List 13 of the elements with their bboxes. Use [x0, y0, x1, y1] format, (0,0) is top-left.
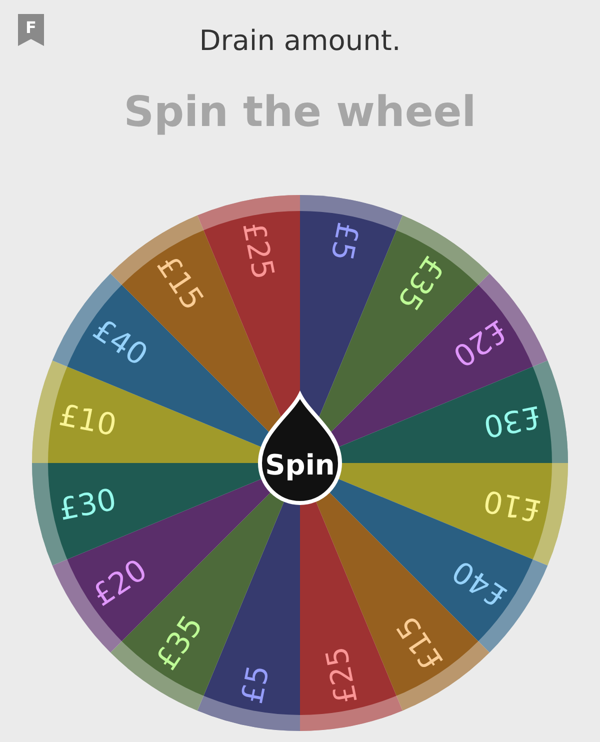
- segment-label: £5: [323, 219, 365, 264]
- segment-label: £20: [446, 312, 514, 374]
- segment-label: £5: [235, 662, 277, 707]
- segment-label: £10: [480, 482, 544, 528]
- segment-label: £25: [319, 644, 365, 707]
- segment-label: £30: [480, 398, 544, 444]
- page-title: Drain amount.: [199, 23, 401, 59]
- segment-label: £10: [56, 398, 120, 444]
- segment-label: £25: [235, 219, 281, 282]
- heading: Spin the wheel: [124, 86, 476, 138]
- segment-label: £20: [86, 552, 154, 614]
- segment-label: £30: [56, 482, 120, 528]
- spin-button[interactable]: Spin: [258, 393, 342, 505]
